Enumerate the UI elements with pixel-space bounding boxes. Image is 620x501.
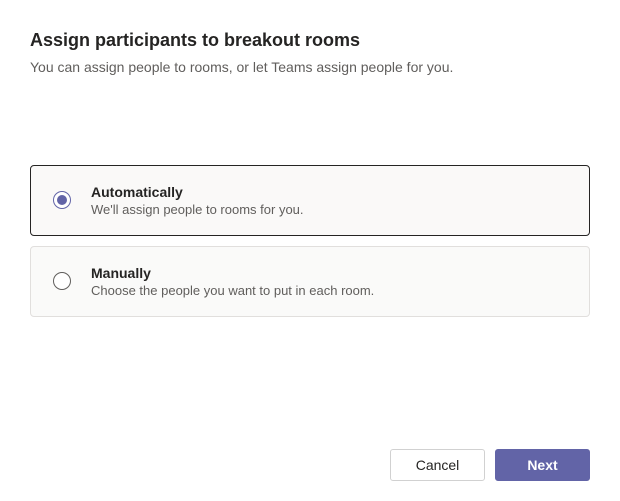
radio-icon: [53, 272, 71, 290]
option-title-manually: Manually: [91, 265, 374, 281]
assign-mode-options: Automatically We'll assign people to roo…: [30, 165, 590, 317]
dialog-title: Assign participants to breakout rooms: [30, 30, 590, 51]
radio-icon: [53, 191, 71, 209]
dialog-subtitle: You can assign people to rooms, or let T…: [30, 59, 590, 75]
option-automatically[interactable]: Automatically We'll assign people to roo…: [30, 165, 590, 236]
option-desc-automatically: We'll assign people to rooms for you.: [91, 202, 304, 217]
dialog-header: Assign participants to breakout rooms Yo…: [30, 30, 590, 75]
option-manually[interactable]: Manually Choose the people you want to p…: [30, 246, 590, 317]
option-text: Manually Choose the people you want to p…: [91, 265, 374, 298]
option-title-automatically: Automatically: [91, 184, 304, 200]
option-desc-manually: Choose the people you want to put in eac…: [91, 283, 374, 298]
option-text: Automatically We'll assign people to roo…: [91, 184, 304, 217]
next-button[interactable]: Next: [495, 449, 590, 481]
assign-participants-dialog: Assign participants to breakout rooms Yo…: [0, 0, 620, 501]
cancel-button[interactable]: Cancel: [390, 449, 485, 481]
dialog-footer: Cancel Next: [390, 449, 590, 481]
